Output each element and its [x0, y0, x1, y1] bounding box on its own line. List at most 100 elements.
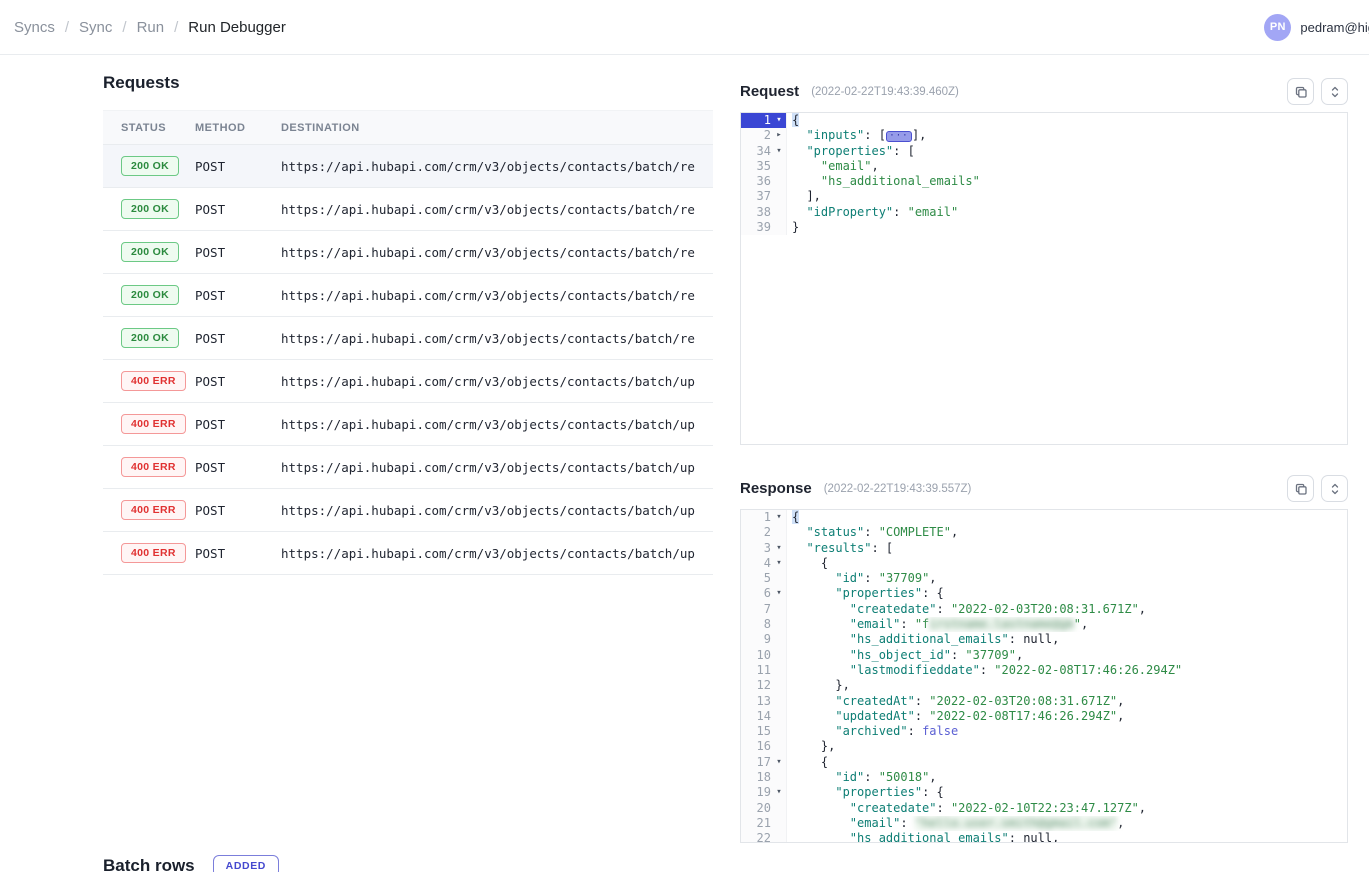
line-number: 36 — [741, 174, 771, 189]
fold-open-icon[interactable]: ▾ — [771, 144, 787, 159]
code-content: "hs_additional_emails": null, — [787, 632, 1347, 647]
json-punctuation — [792, 632, 850, 646]
request-panel-header: Request (2022-02-22T19:43:39.460Z) — [740, 78, 1348, 105]
table-row[interactable]: 400 ERRPOSThttps://api.hubapi.com/crm/v3… — [103, 532, 713, 575]
fold-open-icon[interactable]: ▾ — [771, 113, 787, 128]
json-punctuation: ], — [792, 189, 821, 203]
json-punctuation — [792, 801, 850, 815]
code-content: { — [787, 113, 1347, 128]
json-punctuation: , — [1139, 801, 1146, 815]
user-menu[interactable]: PN pedram@hig — [1264, 14, 1369, 41]
json-punctuation — [792, 159, 821, 173]
code-content: "email": "hello.user.smith@gmail.com", — [787, 816, 1347, 831]
line-number: 37 — [741, 189, 771, 204]
line-number: 34 — [741, 144, 771, 159]
fold-closed-icon[interactable]: ▸ — [771, 128, 787, 143]
run-debugger-page: Syncs/Sync/Run/Run Debugger PN pedram@hi… — [0, 0, 1369, 872]
request-code-editor[interactable]: 1▾{2▸ "inputs": [···],34▾ "properties": … — [740, 112, 1348, 445]
json-punctuation: : — [864, 770, 878, 784]
avatar[interactable]: PN — [1264, 14, 1291, 41]
table-row[interactable]: 400 ERRPOSThttps://api.hubapi.com/crm/v3… — [103, 446, 713, 489]
added-badge[interactable]: ADDED — [213, 855, 279, 872]
json-string: "2022-02-10T22:23:47.127Z" — [951, 801, 1139, 815]
line-gutter: 38 — [741, 205, 787, 220]
breadcrumb-separator: / — [174, 19, 178, 36]
breadcrumb: Syncs/Sync/Run/Run Debugger — [14, 19, 286, 36]
code-content: }, — [787, 739, 1347, 754]
json-punctuation — [792, 525, 806, 539]
matched-bracket: { — [792, 510, 799, 524]
json-punctuation — [792, 128, 806, 142]
table-row[interactable]: 400 ERRPOSThttps://api.hubapi.com/crm/v3… — [103, 360, 713, 403]
json-string: "37709" — [965, 648, 1016, 662]
batch-rows-section: Batch rows ADDED — [103, 855, 279, 872]
breadcrumb-item-sync[interactable]: Sync — [79, 19, 112, 36]
fold-open-icon[interactable]: ▾ — [771, 785, 787, 800]
line-number: 17 — [741, 755, 771, 770]
json-key: "properties" — [835, 586, 922, 600]
expand-button[interactable] — [1321, 78, 1348, 105]
json-punctuation — [792, 586, 835, 600]
json-string: "50018" — [879, 770, 930, 784]
line-gutter: 11 — [741, 663, 787, 678]
fold-spacer — [771, 694, 787, 709]
code-line: 16 }, — [741, 739, 1347, 754]
code-line: 1▾{ — [741, 113, 1347, 128]
response-code-editor[interactable]: 1▾{2 "status": "COMPLETE",3▾ "results": … — [740, 509, 1348, 843]
fold-open-icon[interactable]: ▾ — [771, 755, 787, 770]
json-key: "inputs" — [806, 128, 864, 142]
fold-spacer — [771, 801, 787, 816]
json-punctuation: , — [929, 571, 936, 585]
json-punctuation: : — [908, 724, 922, 738]
json-string: "2022-02-08T17:46:26.294Z" — [929, 709, 1117, 723]
code-line: 11 "lastmodifieddate": "2022-02-08T17:46… — [741, 663, 1347, 678]
requests-title: Requests — [103, 73, 713, 93]
line-number: 39 — [741, 220, 771, 235]
code-line: 2▸ "inputs": [···], — [741, 128, 1347, 143]
table-row[interactable]: 200 OKPOSThttps://api.hubapi.com/crm/v3/… — [103, 274, 713, 317]
line-gutter: 4▾ — [741, 556, 787, 571]
json-punctuation: : — [937, 602, 951, 616]
code-content: "createdate": "2022-02-10T22:23:47.127Z"… — [787, 801, 1347, 816]
json-punctuation: : { — [922, 785, 944, 799]
fold-spacer — [771, 602, 787, 617]
table-row[interactable]: 400 ERRPOSThttps://api.hubapi.com/crm/v3… — [103, 403, 713, 446]
json-punctuation: : { — [922, 586, 944, 600]
fold-open-icon[interactable]: ▾ — [771, 556, 787, 571]
table-row[interactable]: 200 OKPOSThttps://api.hubapi.com/crm/v3/… — [103, 317, 713, 360]
fold-open-icon[interactable]: ▾ — [771, 541, 787, 556]
method-cell: POST — [195, 288, 281, 303]
code-content: "archived": false — [787, 724, 1347, 739]
table-row[interactable]: 200 OKPOSThttps://api.hubapi.com/crm/v3/… — [103, 188, 713, 231]
line-gutter: 19▾ — [741, 785, 787, 800]
breadcrumb-item-syncs[interactable]: Syncs — [14, 19, 55, 36]
json-punctuation — [792, 648, 850, 662]
fold-open-icon[interactable]: ▾ — [771, 586, 787, 601]
code-line: 12 }, — [741, 678, 1347, 693]
json-punctuation — [792, 617, 850, 631]
column-header-method: Method — [195, 122, 281, 134]
table-row[interactable]: 200 OKPOSThttps://api.hubapi.com/crm/v3/… — [103, 231, 713, 274]
code-content: "lastmodifieddate": "2022-02-08T17:46:26… — [787, 663, 1347, 678]
fold-open-icon[interactable]: ▾ — [771, 510, 787, 525]
code-line: 37 ], — [741, 189, 1347, 204]
copy-button[interactable] — [1287, 475, 1314, 502]
table-row[interactable]: 200 OKPOSThttps://api.hubapi.com/crm/v3/… — [103, 145, 713, 188]
json-key: "createdate" — [850, 801, 937, 815]
breadcrumb-item-run[interactable]: Run — [137, 19, 165, 36]
json-punctuation — [792, 785, 835, 799]
code-content: "inputs": [···], — [787, 128, 1347, 143]
collapsed-fold-widget[interactable]: ··· — [886, 131, 912, 142]
copy-button[interactable] — [1287, 78, 1314, 105]
method-cell: POST — [195, 202, 281, 217]
status-badge: 200 OK — [121, 242, 179, 262]
expand-button[interactable] — [1321, 475, 1348, 502]
line-gutter: 22 — [741, 831, 787, 843]
json-key: "createdate" — [850, 602, 937, 616]
json-string: "f — [915, 617, 929, 631]
table-row[interactable]: 400 ERRPOSThttps://api.hubapi.com/crm/v3… — [103, 489, 713, 532]
code-line: 7 "createdate": "2022-02-03T20:08:31.671… — [741, 602, 1347, 617]
json-punctuation: , — [1117, 694, 1124, 708]
user-email: pedram@hig — [1300, 20, 1369, 35]
requests-section: Requests Status Method Destination 200 O… — [103, 73, 713, 575]
